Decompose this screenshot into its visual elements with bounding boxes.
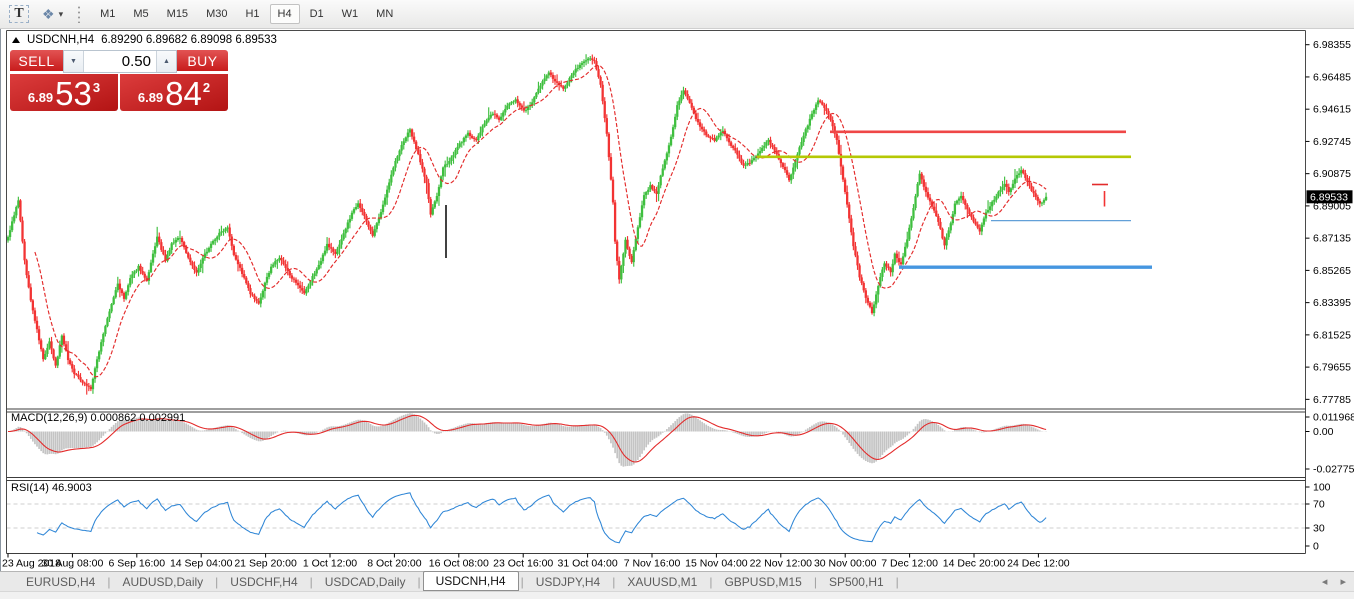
buy-button[interactable]: BUY: [177, 50, 228, 73]
tab-separator: |: [520, 575, 524, 589]
tab-usdcnh-h4[interactable]: USDCNH,H4: [422, 571, 519, 591]
tab-xauusd-m1[interactable]: XAUUSD,M1: [617, 574, 707, 590]
tab-usdchf-h4[interactable]: USDCHF,H4: [220, 574, 307, 590]
tab-usdcad-daily[interactable]: USDCAD,Daily: [315, 574, 416, 590]
timeframe-w1[interactable]: W1: [334, 4, 367, 24]
chevron-down-icon: ▾: [58, 8, 64, 19]
tab-separator: |: [813, 575, 817, 589]
chart-tab-bar: EURUSD,H4 | AUDUSD,Daily | USDCHF,H4 | USDCAD,…: [0, 571, 1354, 592]
one-click-trade-panel: SELL ▼ ▲ BUY 6.89 53 3 6.89 84 2: [10, 50, 228, 111]
tab-usdjpy-h4[interactable]: USDJPY,H4: [526, 574, 610, 590]
chart-ohlc-values: 6.89290 6.89682 6.89098 6.89533: [101, 34, 277, 46]
timeframe-m5[interactable]: M5: [125, 4, 156, 24]
timeframe-toolbar: M1 M5 M15 M30 H1 H4 D1 W1 MN: [91, 4, 402, 24]
chart-tabs: EURUSD,H4 | AUDUSD,Daily | USDCHF,H4 | USDCAD,…: [16, 571, 901, 592]
tab-separator: |: [612, 575, 616, 589]
chart-title: USDCNH,H4 6.89290 6.89682 6.89098 6.8953…: [12, 34, 277, 46]
timeframe-h4[interactable]: H4: [269, 4, 300, 24]
text-tool-button[interactable]: T: [6, 3, 32, 25]
arrange-tool-button[interactable]: ❖ ▾: [42, 6, 63, 23]
timeframe-m15[interactable]: M15: [159, 4, 196, 24]
tab-separator: |: [709, 575, 713, 589]
volume-decrease-button[interactable]: ▼: [64, 51, 84, 72]
buy-price-big: 84: [165, 75, 202, 112]
volume-increase-button[interactable]: ▲: [156, 51, 176, 72]
volume-stepper: ▼ ▲: [63, 50, 177, 73]
sell-price-small: 6.89: [27, 90, 54, 105]
timeframe-m30[interactable]: M30: [198, 4, 235, 24]
top-toolbar: T ❖ ▾ M1 M5 M15 M30 H1 H4 D1 W1 MN: [0, 0, 1354, 29]
tab-separator: |: [215, 575, 219, 589]
rsi-indicator-label: RSI(14) 46.9003: [11, 482, 92, 494]
trade-panel-toggle-icon[interactable]: [12, 37, 20, 43]
tab-gbpusd-m15[interactable]: GBPUSD,M15: [714, 574, 811, 590]
tab-separator: |: [107, 575, 111, 589]
arrange-icon: ❖: [42, 5, 55, 22]
toolbar-grip[interactable]: [77, 5, 82, 23]
tab-separator: |: [895, 575, 899, 589]
sell-price-display[interactable]: 6.89 53 3: [10, 74, 118, 111]
buy-price-sup: 2: [202, 80, 211, 95]
tab-separator: |: [417, 575, 421, 589]
tab-eurusd-h4[interactable]: EURUSD,H4: [16, 574, 105, 590]
macd-indicator-label: MACD(12,26,9) 0.000862 0.002991: [11, 412, 186, 424]
sell-price-sup: 3: [92, 80, 101, 95]
buy-price-small: 6.89: [137, 90, 164, 105]
timeframe-d1[interactable]: D1: [302, 4, 332, 24]
tab-scroll-right-icon[interactable]: ▸: [1340, 576, 1346, 588]
chart-symbol-label: USDCNH,H4: [27, 34, 95, 46]
tab-audusd-daily[interactable]: AUDUSD,Daily: [112, 574, 213, 590]
status-bar: [0, 591, 1354, 599]
buy-price-display[interactable]: 6.89 84 2: [120, 74, 228, 111]
tab-sp500-h1[interactable]: SP500,H1: [819, 574, 894, 590]
text-tool-icon: T: [9, 5, 29, 23]
tab-scroll-arrows: ◂ ▸: [1312, 575, 1346, 588]
tab-separator: |: [309, 575, 313, 589]
timeframe-h1[interactable]: H1: [237, 4, 267, 24]
sell-price-big: 53: [55, 75, 92, 112]
timeframe-mn[interactable]: MN: [368, 4, 401, 24]
volume-input[interactable]: [84, 51, 156, 72]
timeframe-m1[interactable]: M1: [92, 4, 123, 24]
tab-scroll-left-icon[interactable]: ◂: [1322, 576, 1328, 588]
sell-button[interactable]: SELL: [10, 50, 63, 73]
